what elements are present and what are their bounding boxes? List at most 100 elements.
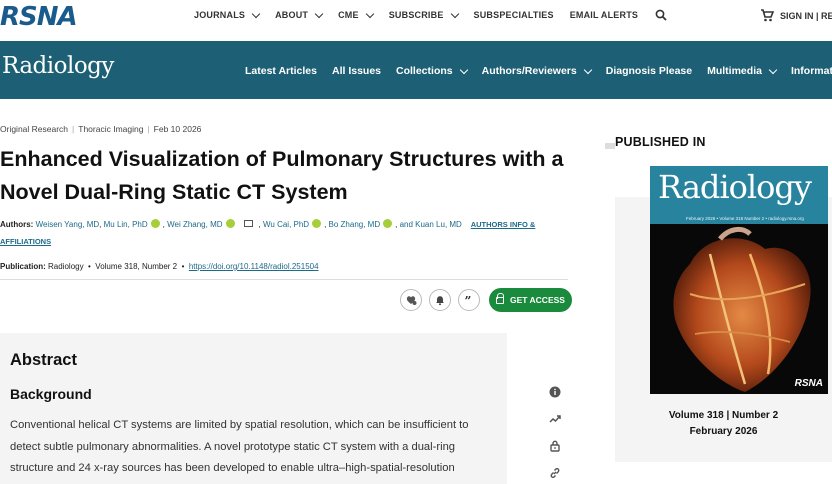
crumb-article-type[interactable]: Original Research	[0, 124, 68, 134]
author-link[interactable]: Bo Zhang, MD	[329, 220, 381, 229]
info-button[interactable]	[546, 383, 564, 401]
background-text: Conventional helical CT systems are limi…	[10, 419, 469, 474]
abstract-heading: Abstract	[10, 351, 77, 369]
top-nav-label: ABOUT	[275, 10, 309, 20]
top-nav-label: JOURNALS	[194, 10, 246, 20]
top-nav-label: SUBSPECIALTIES	[473, 10, 554, 20]
chevron-down-icon	[459, 65, 468, 74]
issue-date: February 2026	[689, 426, 758, 437]
author-link[interactable]: and Kuan Lu, MD	[400, 220, 462, 229]
journal-nav-all-issues[interactable]: All Issues	[332, 65, 381, 77]
top-nav-email-alerts[interactable]: EMAIL ALERTS	[570, 10, 638, 20]
cover-strip: February 2026 • Volume 318 Number 2 • ra…	[650, 214, 828, 224]
citation-alert-icon	[406, 296, 417, 305]
crumb-section[interactable]: Thoracic Imaging	[78, 124, 143, 134]
journal-name: Radiology	[48, 262, 84, 271]
author-list: Authors: Weisen Yang, MD, Mu Lin, PhD, W…	[0, 219, 536, 246]
divider	[605, 143, 615, 149]
chevron-down-icon	[314, 9, 324, 18]
background-heading: Background	[10, 386, 92, 402]
mail-icon[interactable]	[243, 220, 253, 227]
orcid-icon[interactable]	[225, 219, 235, 228]
author-link[interactable]: Wu Cai, PhD	[263, 220, 309, 229]
publication-row: Publication: Radiology • Volume 318, Num…	[0, 262, 319, 271]
published-in-heading: PUBLISHED IN	[615, 135, 706, 149]
chevron-down-icon	[450, 9, 459, 18]
side-tools	[546, 383, 566, 484]
journal-nav-label: Latest Articles	[245, 65, 317, 77]
top-nav-subspecialties[interactable]: SUBSPECIALTIES	[474, 10, 554, 20]
top-nav-about[interactable]: ABOUT	[275, 9, 324, 20]
radiology-logo[interactable]: Radiology	[2, 53, 114, 79]
top-nav: JOURNALS ABOUT CME SUBSCRIBE SUBSPECIALT…	[194, 9, 654, 20]
top-bar: RSNA JOURNALS ABOUT CME SUBSCRIBE SUBSPE…	[0, 0, 832, 32]
search-icon[interactable]	[655, 9, 667, 21]
journal-nav-label: Information	[790, 65, 832, 77]
journal-nav-label: Collections	[396, 65, 453, 77]
access-button[interactable]	[546, 437, 564, 455]
bell-icon	[436, 296, 444, 306]
top-nav-subscribe[interactable]: SUBSCRIBE	[388, 9, 459, 20]
journal-nav-authors-reviewers[interactable]: Authors/Reviewers	[481, 65, 592, 77]
lock-icon	[550, 440, 560, 452]
abstract-section: Abstract Background Conventional helical…	[0, 333, 507, 484]
trend-icon	[549, 415, 561, 423]
journal-nav-collections[interactable]: Collections	[396, 65, 468, 77]
author-link[interactable]: Weisen Yang, MD	[36, 220, 100, 229]
article-actions: ” GET ACCESS	[400, 288, 572, 312]
journal-cover[interactable]: Radiology February 2026 • Volume 318 Num…	[650, 166, 828, 394]
quote-icon: ”	[465, 294, 472, 306]
lock-icon	[496, 292, 505, 304]
author-link[interactable]: Mu Lin, PhD	[104, 220, 148, 229]
share-link-button[interactable]	[546, 464, 564, 482]
journal-nav-label: All Issues	[331, 65, 382, 77]
journal-nav-diagnosis-please[interactable]: Diagnosis Please	[606, 65, 692, 77]
journal-nav-bar: Radiology Latest Articles All Issues Col…	[0, 41, 832, 99]
journal-nav-multimedia[interactable]: Multimedia	[707, 65, 778, 77]
journal-nav-label: Authors/Reviewers	[481, 65, 577, 77]
author-link[interactable]: Wei Zhang, MD	[167, 220, 222, 229]
cite-button[interactable]: ”	[458, 289, 480, 311]
chevron-down-icon	[583, 65, 592, 74]
metrics-button[interactable]	[546, 410, 564, 428]
cover-header: Radiology	[650, 166, 828, 214]
volume-line: Volume 318 | Number 2	[668, 410, 779, 421]
heart-cover-image	[650, 224, 828, 394]
svg-text:”: ”	[465, 294, 472, 306]
citation-alert-button[interactable]	[400, 289, 422, 311]
alert-button[interactable]	[429, 289, 451, 311]
article-title: Enhanced Visualization of Pulmonary Stru…	[0, 147, 564, 204]
top-nav-label: SUBSCRIBE	[388, 10, 444, 20]
orcid-icon[interactable]	[383, 219, 393, 228]
top-nav-journals[interactable]: JOURNALS	[194, 9, 261, 20]
cover-title: Radiology	[658, 168, 812, 206]
journal-nav-label: Diagnosis Please	[605, 65, 693, 77]
chevron-down-icon	[768, 65, 778, 74]
authors-label: Authors:	[0, 220, 34, 229]
chevron-down-icon	[365, 9, 374, 18]
publication-label: Publication:	[0, 262, 46, 271]
orcid-icon[interactable]	[312, 219, 322, 228]
doi-link[interactable]: https://doi.org/10.1148/radiol.251504	[189, 262, 319, 271]
get-access-button[interactable]: GET ACCESS	[489, 288, 572, 312]
rsna-logo[interactable]: RSNA	[0, 2, 78, 32]
cover-publisher: RSNA	[794, 378, 823, 389]
journal-nav-latest-articles[interactable]: Latest Articles	[245, 65, 317, 77]
journal-nav-label: Multimedia	[707, 65, 762, 77]
top-nav-cme[interactable]: CME	[338, 9, 374, 20]
volume-issue: Volume 318, Number 2	[95, 262, 178, 271]
issue-info: Volume 318 | Number 2 February 2026	[615, 408, 832, 440]
divider	[0, 279, 568, 280]
link-icon	[550, 468, 560, 478]
orcid-icon[interactable]	[150, 219, 160, 228]
journal-nav-information[interactable]: Information	[791, 65, 832, 77]
crumb-date: Feb 10 2026	[153, 124, 202, 134]
sign-in-link[interactable]: SIGN IN | REG	[780, 11, 832, 21]
chevron-down-icon	[251, 9, 261, 18]
cart-icon[interactable]	[760, 9, 774, 22]
breadcrumb: Original Research | Thoracic Imaging | Feb 1…	[0, 124, 202, 134]
info-icon	[549, 386, 561, 398]
get-access-label: GET ACCESS	[510, 295, 565, 305]
journal-nav: Latest Articles All Issues Collections A…	[245, 65, 832, 77]
top-nav-label: CME	[338, 10, 359, 20]
